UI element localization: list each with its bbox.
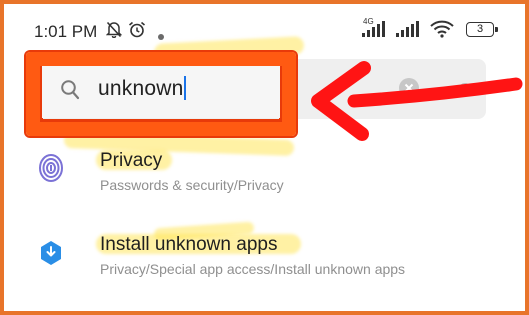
notifications-off-icon — [105, 21, 123, 43]
shield-app-icon — [40, 240, 62, 271]
search-icon — [60, 79, 80, 106]
search-input[interactable]: unknown — [98, 76, 187, 101]
wifi-icon — [430, 20, 454, 43]
fingerprint-privacy-icon — [38, 153, 64, 188]
search-result-install-unknown-apps[interactable]: Install unknown apps Privacy/Special app… — [4, 228, 525, 298]
result-title: Privacy — [100, 150, 163, 171]
search-result-privacy[interactable]: Privacy Passwords & security/Privacy — [4, 144, 525, 214]
screenshot-frame: 1:01 PM 4G 3 C unknown Privacy Passwords… — [0, 0, 529, 315]
signal-strength-icon — [362, 21, 385, 37]
battery-icon: 3 — [466, 22, 498, 37]
result-title: Install unknown apps — [100, 234, 278, 255]
result-path: Privacy/Special app access/Install unkno… — [100, 261, 406, 277]
alarm-icon — [128, 21, 146, 43]
result-path: Passwords & security/Privacy — [100, 177, 284, 193]
signal-strength-icon-2 — [396, 21, 419, 37]
red-arrow-annotation — [311, 61, 523, 141]
search-query: unknown — [98, 77, 184, 100]
text-caret — [184, 76, 187, 100]
search-field[interactable]: unknown — [42, 66, 280, 118]
status-time: 1:01 PM — [34, 22, 98, 41]
